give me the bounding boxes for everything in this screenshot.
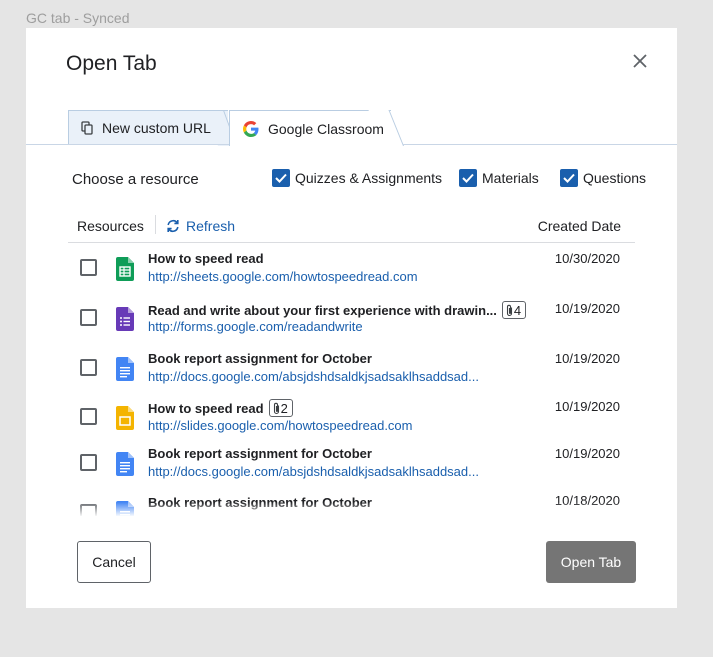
row-checkbox[interactable] <box>80 359 97 376</box>
filter-label: Questions <box>583 170 647 186</box>
filter-materials[interactable]: Materials <box>459 169 539 187</box>
close-button[interactable] <box>629 50 651 72</box>
row-checkbox[interactable] <box>80 259 97 276</box>
tab-google-classroom[interactable]: Google Classroom <box>229 110 391 146</box>
list-item[interactable]: How to speed read 2 http://slides.google… <box>62 398 642 446</box>
resource-link[interactable]: http://forms.google.com/readandwrite <box>148 319 363 334</box>
google-g-icon <box>243 120 259 137</box>
paperclip-icon <box>506 304 512 316</box>
resource-date: 10/19/2020 <box>554 351 620 366</box>
row-checkbox[interactable] <box>80 454 97 471</box>
resource-title: Book report assignment for October <box>148 351 372 366</box>
attachment-badge: 4 <box>501 301 527 319</box>
open-tab-button[interactable]: Open Tab <box>546 541 636 583</box>
created-date-column-header: Created Date <box>537 218 621 234</box>
checkbox-checked[interactable] <box>459 169 477 187</box>
resource-date: 10/18/2020 <box>554 493 620 508</box>
resource-title: How to speed read 2 <box>148 399 293 417</box>
checkbox-checked[interactable] <box>560 169 578 187</box>
row-checkbox[interactable] <box>80 309 97 326</box>
dialog-title: Open Tab <box>66 52 157 75</box>
resource-link[interactable]: http://sheets.google.com/howtospeedread.… <box>148 269 418 284</box>
resource-date: 10/19/2020 <box>554 301 620 316</box>
resource-title: Read and write about your first experien… <box>148 301 527 319</box>
list-item[interactable]: Read and write about your first experien… <box>62 300 642 348</box>
list-item[interactable]: How to speed read http://sheets.google.c… <box>62 250 642 298</box>
paperclip-icon <box>273 402 279 414</box>
tab-label: Google Classroom <box>268 120 384 137</box>
tab-label: New custom URL <box>102 120 211 136</box>
header-separator <box>155 215 156 234</box>
resources-column-header: Resources <box>77 218 144 234</box>
checkmark-icon <box>563 173 575 183</box>
list-item[interactable]: Book report assignment for October http:… <box>62 350 642 398</box>
row-checkbox[interactable] <box>80 408 97 425</box>
filter-label: Quizzes & Assignments <box>295 170 443 186</box>
resource-link[interactable]: http://slides.google.com/howtospeedread.… <box>148 418 413 433</box>
list-item[interactable]: Book report assignment for October 10/18… <box>62 493 642 516</box>
list-item[interactable]: Book report assignment for October http:… <box>62 445 642 493</box>
row-checkbox[interactable] <box>80 504 97 516</box>
attachment-count: 4 <box>513 302 522 318</box>
google-docs-icon <box>116 501 134 516</box>
refresh-button[interactable]: Refresh <box>166 218 235 234</box>
google-sheets-icon <box>116 257 134 281</box>
link-file-icon <box>81 121 93 135</box>
google-slides-icon <box>116 406 134 430</box>
resource-link[interactable]: http://docs.google.com/absjdshdsaldkjsad… <box>148 464 479 479</box>
attachment-count: 2 <box>280 400 288 416</box>
resource-title: Book report assignment for October <box>148 446 372 461</box>
filter-label: Materials <box>482 170 539 186</box>
resource-title-text: How to speed read <box>148 400 264 416</box>
refresh-label: Refresh <box>186 218 236 234</box>
google-docs-icon <box>116 357 134 381</box>
checkmark-icon <box>462 173 474 183</box>
filter-quizzes-assignments[interactable]: Quizzes & Assignments <box>272 169 442 187</box>
resource-date: 10/19/2020 <box>554 446 620 461</box>
resource-link[interactable]: http://docs.google.com/absjdshdsaldkjsad… <box>148 369 479 384</box>
resource-title: How to speed read <box>148 251 264 266</box>
list-header: Resources Refresh Created Date <box>68 215 635 243</box>
choose-resource-label: Choose a resource <box>72 171 199 188</box>
resource-date: 10/19/2020 <box>554 399 620 414</box>
resource-title: Book report assignment for October <box>148 495 372 510</box>
checkmark-icon <box>275 173 287 183</box>
tab-new-custom-url[interactable]: New custom URL <box>68 110 228 145</box>
google-docs-icon <box>116 452 134 476</box>
filter-questions[interactable]: Questions <box>560 169 646 187</box>
attachment-badge: 2 <box>268 399 293 417</box>
google-forms-icon <box>116 307 134 331</box>
resource-list[interactable]: How to speed read http://sheets.google.c… <box>62 250 642 516</box>
resource-title-text: Read and write about your first experien… <box>148 302 497 318</box>
close-icon <box>633 54 647 68</box>
refresh-icon <box>167 219 179 233</box>
resource-date: 10/30/2020 <box>554 251 620 266</box>
frame-label: GC tab - Synced <box>26 10 130 26</box>
checkbox-checked[interactable] <box>272 169 290 187</box>
cancel-button[interactable]: Cancel <box>77 541 151 583</box>
open-tab-dialog: Open Tab New custom URL Google Classroom… <box>26 28 677 608</box>
